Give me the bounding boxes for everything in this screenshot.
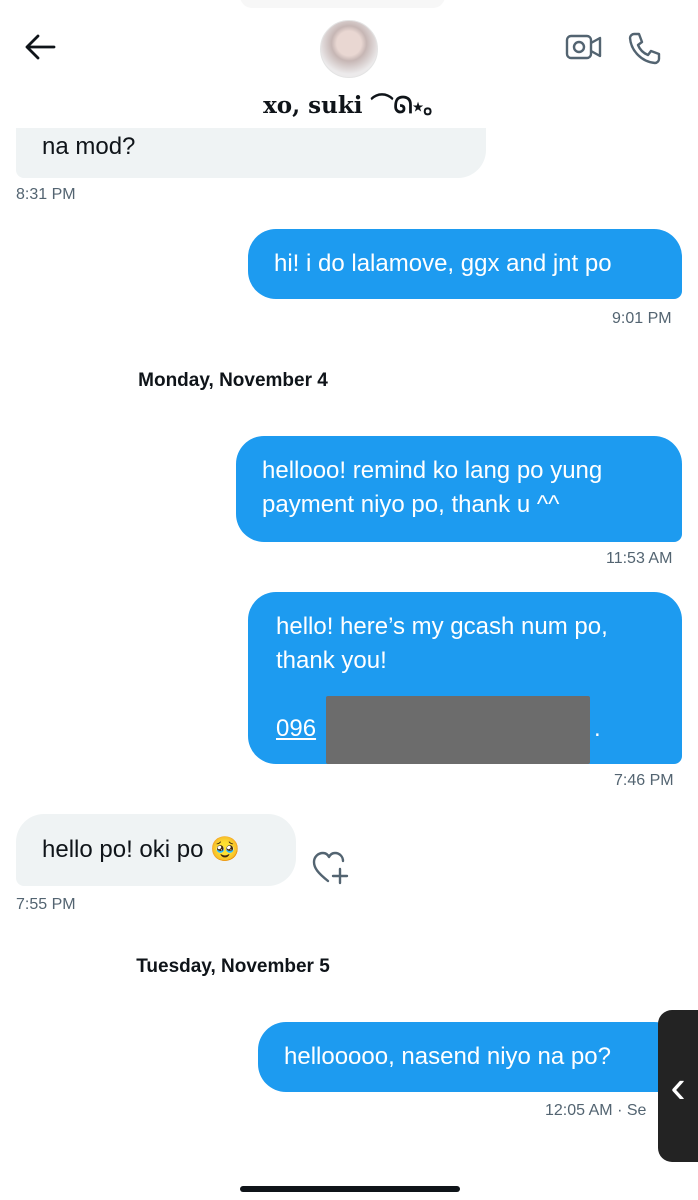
message-text: na mod? [42,133,136,160]
message-bubble-outgoing[interactable]: hellooo! remind ko lang po yung payment … [236,436,682,542]
message-text-line: payment niyo po, thank u ^^ [262,491,560,518]
heart-add-icon[interactable] [312,850,352,886]
phone-number-link[interactable]: 096 [276,715,316,742]
avatar[interactable] [320,20,378,78]
arrow-left-icon[interactable] [22,32,58,62]
message-bubble-outgoing[interactable]: hi! i do lalamove, ggx and jnt po [248,229,682,299]
edge-panel-handle[interactable]: ‹ [658,1010,698,1162]
phone-icon[interactable] [626,30,662,66]
message-timestamp: 12:05 AM · Se [545,1102,646,1120]
message-text: hi! i do lalamove, ggx and jnt po [274,250,612,277]
message-text-line: hello! here’s my gcash num po, [276,613,608,640]
date-divider: Monday, November 4 [138,370,328,391]
timestamp-text: 12:05 AM [545,1102,613,1119]
read-status: · Se [617,1102,647,1119]
date-divider: Tuesday, November 5 [136,956,330,977]
message-timestamp: 8:31 PM [16,186,76,203]
link-tail: . [594,715,601,742]
message-text-line: hellooo! remind ko lang po yung [262,457,603,484]
video-camera-icon[interactable] [564,30,604,64]
home-indicator [240,1186,460,1192]
message-text-line: thank you! [276,647,387,674]
message-timestamp: 9:01 PM [612,310,672,327]
message-bubble-incoming[interactable]: hello po! oki po 🥹 [16,814,296,886]
message-text: hello po! oki po 🥹 [42,836,240,863]
message-timestamp: 11:53 AM [606,550,673,567]
message-timestamp: 7:55 PM [16,896,76,913]
conversation-title[interactable]: xo, suki ⌒ᘏ⋆｡ [0,86,698,120]
conversation-header: xo, suki ⌒ᘏ⋆｡ [0,0,698,128]
redaction-box [326,696,590,764]
message-bubble-outgoing[interactable]: hellooooo, nasend niyo na po? [258,1022,682,1092]
message-timestamp: 7:46 PM [614,772,674,789]
message-text: hellooooo, nasend niyo na po? [284,1043,611,1070]
